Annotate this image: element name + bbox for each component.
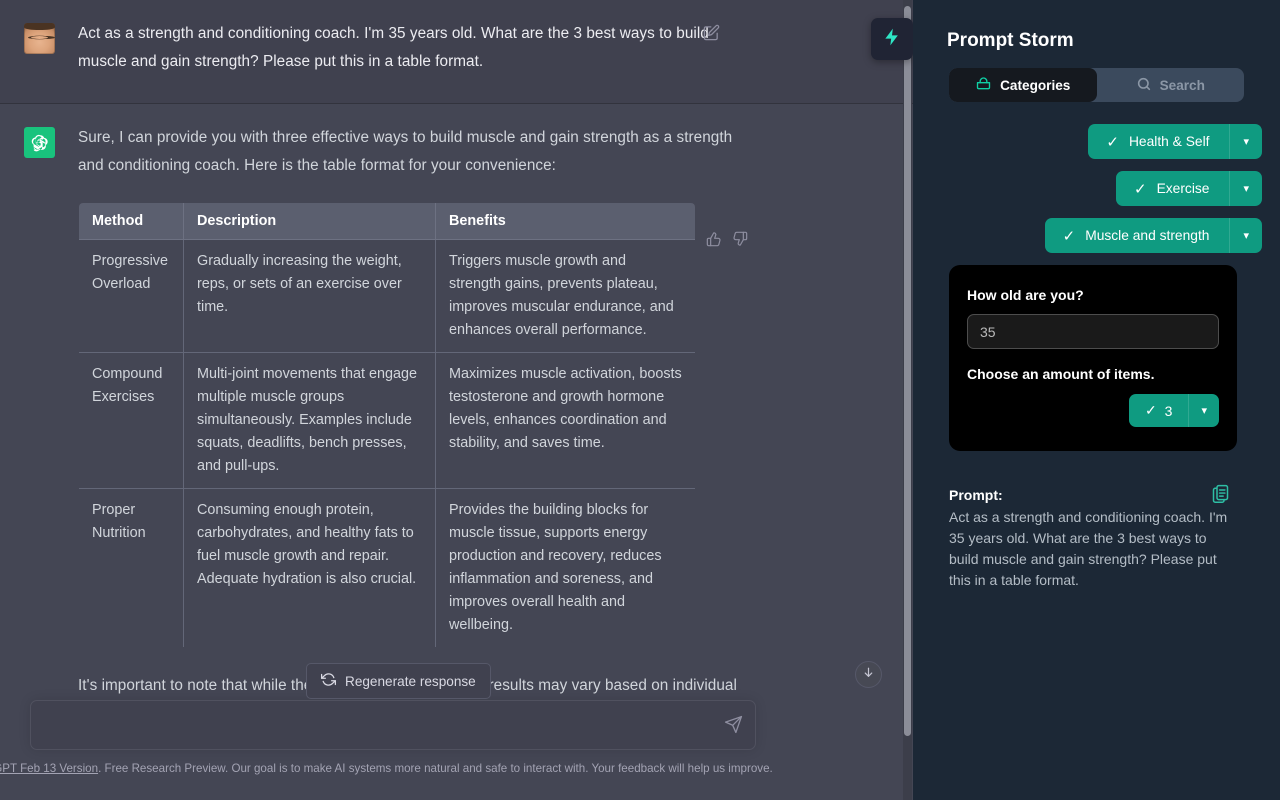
category-label: Health & Self [1129,134,1230,149]
user-message-text: Act as a strength and conditioning coach… [78,20,754,76]
edit-icon[interactable] [703,24,720,46]
message-input[interactable] [31,701,755,749]
cell-benefits: Maximizes muscle activation, boosts test… [436,353,696,489]
cell-method: Proper Nutrition [79,489,184,648]
category-chip-exercise[interactable]: ✓ Exercise ▾ [1116,171,1262,206]
composer-region: tGPT Feb 13 Version. Free Research Previ… [0,696,904,800]
prompt-preview-section: Prompt: Act as a strength and conditioni… [949,487,1237,591]
table-row: Progressive Overload Gradually increasin… [79,240,696,353]
check-icon: ✓ [1106,133,1119,151]
assistant-intro-text: Sure, I can provide you with three effec… [78,124,754,180]
category-chip-health-and-self[interactable]: ✓ Health & Self ▾ [1088,124,1262,159]
chat-area: Act as a strength and conditioning coach… [0,0,913,800]
refresh-icon [321,672,336,690]
user-message-body: Act as a strength and conditioning coach… [78,20,778,83]
chevron-down-icon[interactable]: ▾ [1229,218,1262,253]
amount-dropdown[interactable]: ✓ 3 ▾ [1129,394,1219,427]
tab-categories[interactable]: Categories [949,68,1097,102]
table-header-benefits: Benefits [436,203,696,240]
cell-description: Multi-joint movements that engage multip… [184,353,436,489]
amount-question-label: Choose an amount of items. [967,366,1219,382]
app-root: Act as a strength and conditioning coach… [0,0,1280,800]
panel-title: Prompt Storm [947,30,1262,52]
page-scrollbar-thumb[interactable] [904,6,911,736]
cell-description: Consuming enough protein, carbohydrates,… [184,489,436,648]
tab-search[interactable]: Search [1097,68,1245,102]
user-message: Act as a strength and conditioning coach… [0,0,913,104]
category-row: ✓ Muscle and strength ▾ [931,218,1262,253]
check-icon: ✓ [1145,402,1157,419]
arrow-down-icon [862,666,875,684]
chevron-down-icon[interactable]: ▾ [1188,394,1219,427]
prompt-heading: Prompt: [949,487,1237,503]
amount-row: ✓ 3 ▾ [967,394,1219,427]
thumbs-down-icon[interactable] [732,231,748,252]
assistant-message-actions [706,231,748,252]
tab-categories-label: Categories [1000,78,1070,93]
prompt-form-card: How old are you? Choose an amount of ite… [949,265,1237,451]
category-list: ✓ Health & Self ▾ ✓ Exercise ▾ ✓ Muscle … [931,124,1262,253]
cell-method: Compound Exercises [79,353,184,489]
regenerate-label: Regenerate response [345,674,476,689]
regenerate-response-button[interactable]: Regenerate response [306,663,491,699]
version-link[interactable]: tGPT Feb 13 Version [0,762,98,775]
composer-box [30,700,756,750]
user-message-actions [703,24,720,46]
send-icon[interactable] [724,715,743,739]
category-row: ✓ Exercise ▾ [931,171,1262,206]
tab-search-label: Search [1160,78,1205,93]
cell-benefits: Provides the building blocks for muscle … [436,489,696,648]
page-scrollbar[interactable] [903,0,912,800]
check-icon: ✓ [1063,227,1076,245]
age-input[interactable] [967,314,1219,349]
methods-table: Method Description Benefits Progressive … [78,202,696,648]
assistant-message-body: Sure, I can provide you with three effec… [78,124,778,756]
avatar [24,23,55,54]
table-row: Compound Exercises Multi-joint movements… [79,353,696,489]
cell-method: Progressive Overload [79,240,184,353]
table-header-method: Method [79,203,184,240]
thumbs-up-icon[interactable] [706,231,722,252]
amount-value: 3 [1165,403,1189,419]
cell-benefits: Triggers muscle growth and strength gain… [436,240,696,353]
search-icon [1136,76,1152,95]
assistant-avatar-column [0,124,78,756]
basket-icon [975,76,992,95]
category-row: ✓ Health & Self ▾ [931,124,1262,159]
chevron-down-icon[interactable]: ▾ [1229,124,1262,159]
prompt-storm-toggle-button[interactable] [871,18,913,60]
check-icon: ✓ [1134,180,1147,198]
category-label: Exercise [1157,181,1230,196]
footer-disclaimer: tGPT Feb 13 Version. Free Research Previ… [0,762,820,775]
prompt-storm-panel: Prompt Storm Categories Search [913,0,1280,800]
copy-to-clipboard-icon[interactable] [1210,483,1231,509]
chatgpt-logo-icon [24,127,55,158]
category-label: Muscle and strength [1085,228,1229,243]
table-header-row: Method Description Benefits [79,203,696,240]
table-header-description: Description [184,203,436,240]
table-row: Proper Nutrition Consuming enough protei… [79,489,696,648]
prompt-text: Act as a strength and conditioning coach… [949,507,1237,591]
chevron-down-icon[interactable]: ▾ [1229,171,1262,206]
category-chip-muscle-and-strength[interactable]: ✓ Muscle and strength ▾ [1045,218,1262,253]
scroll-to-bottom-button[interactable] [855,661,882,688]
user-avatar-column [0,20,78,83]
age-question-label: How old are you? [967,287,1219,303]
footer-text: . Free Research Preview. Our goal is to … [98,762,773,775]
panel-tabs: Categories Search [949,68,1244,102]
lightning-bolt-icon [882,27,902,52]
cell-description: Gradually increasing the weight, reps, o… [184,240,436,353]
